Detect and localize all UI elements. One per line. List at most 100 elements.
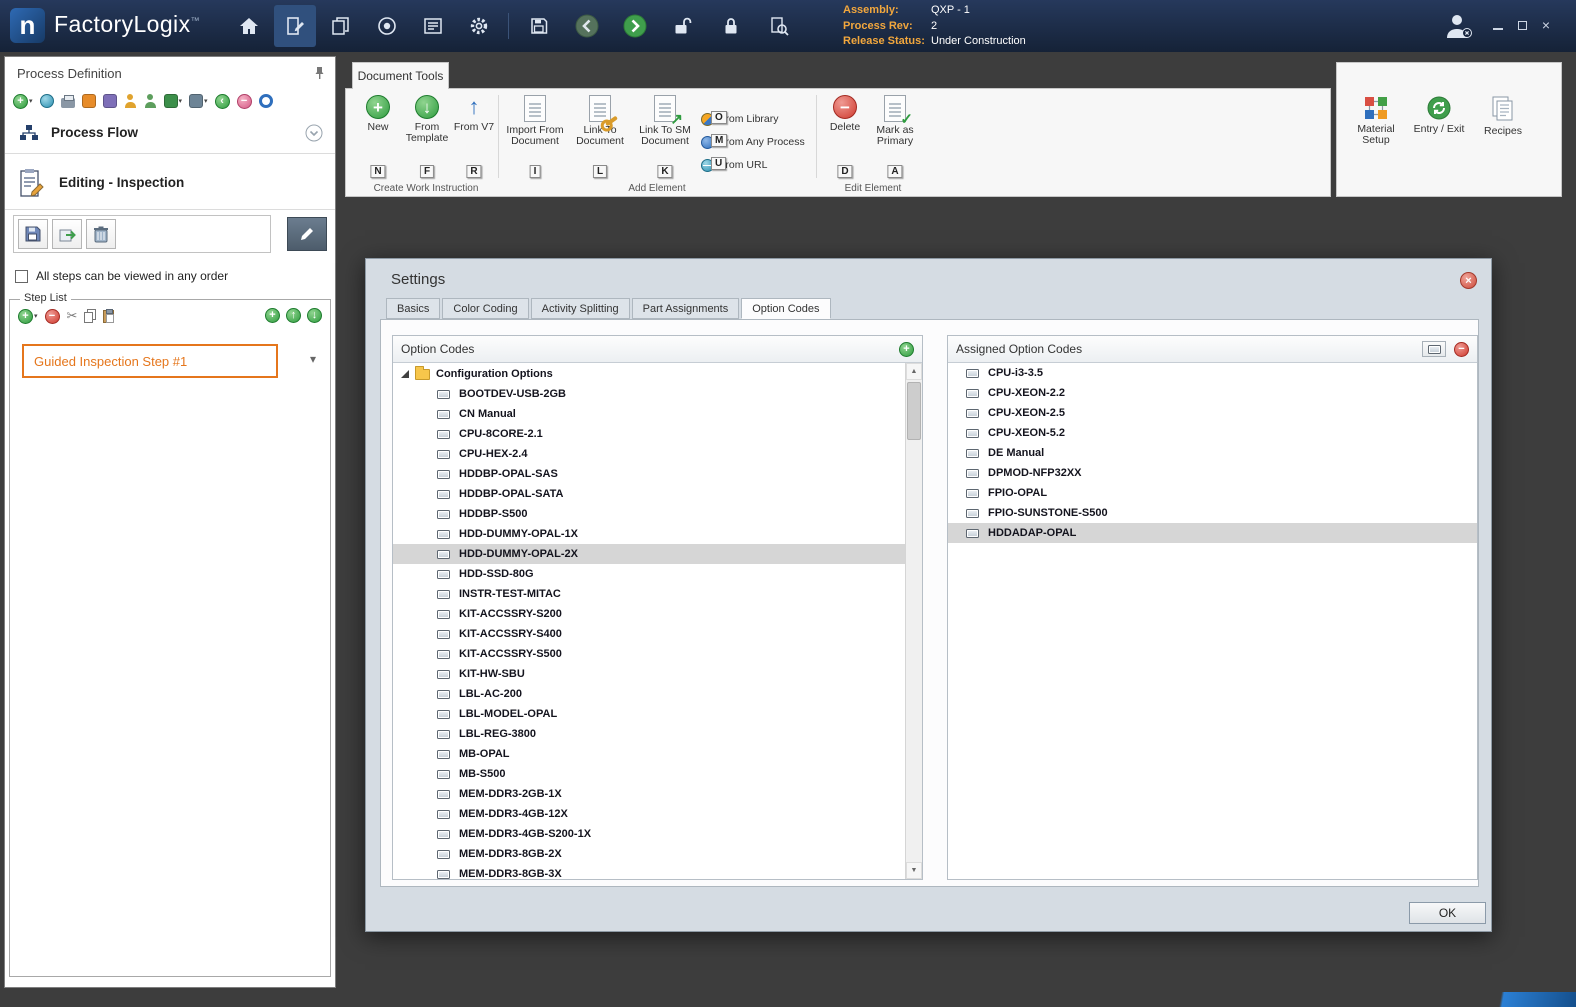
delete-button[interactable]: − Delete D <box>823 95 867 165</box>
configuration-options-root[interactable]: Configuration Options <box>393 363 922 384</box>
add-dropdown-button[interactable]: +▾ <box>13 94 33 109</box>
option-code-item[interactable]: KIT-HW-SBU <box>393 664 922 684</box>
print-button[interactable] <box>61 95 75 108</box>
option-code-item[interactable]: MB-S500 <box>393 764 922 784</box>
flow-dropdown-button[interactable]: ▾ <box>164 94 183 108</box>
material-setup-button[interactable]: Material Setup <box>1349 95 1403 173</box>
tab-document-tools[interactable]: Document Tools <box>352 62 449 89</box>
save-button[interactable] <box>518 5 560 47</box>
home-button[interactable] <box>228 5 270 47</box>
step-list-item[interactable]: Guided Inspection Step #1 <box>22 344 278 378</box>
option-code-item[interactable]: HDDBP-OPAL-SATA <box>393 484 922 504</box>
process-definition-button[interactable] <box>274 5 316 47</box>
option-code-item[interactable]: LBL-MODEL-OPAL <box>393 704 922 724</box>
option-code-item[interactable]: MEM-DDR3-4GB-12X <box>393 804 922 824</box>
settings-tab[interactable]: Option Codes <box>741 298 830 319</box>
collapse-button[interactable] <box>305 124 323 147</box>
import-from-document-button[interactable]: Import From Document I <box>504 95 566 165</box>
navigate-back-button[interactable]: ‹ <box>215 94 230 109</box>
remove-assigned-option-code-button[interactable]: − <box>1454 342 1469 357</box>
process-flow-row[interactable]: Process Flow <box>5 117 335 151</box>
option-code-item[interactable]: HDD-DUMMY-OPAL-1X <box>393 524 922 544</box>
option-code-item[interactable]: HDDBP-OPAL-SAS <box>393 464 922 484</box>
zoom-step-button[interactable]: + <box>265 308 280 323</box>
remove-step-button[interactable]: − <box>45 309 60 324</box>
option-code-item[interactable]: CPU-HEX-2.4 <box>393 444 922 464</box>
option-code-item[interactable]: INSTR-TEST-MITAC <box>393 584 922 604</box>
ok-button[interactable]: OK <box>1409 902 1486 924</box>
pin-button[interactable] <box>314 66 325 85</box>
delete-step-button[interactable] <box>86 219 116 249</box>
add-option-code-button[interactable]: + <box>899 342 914 357</box>
from-template-button[interactable]: ↓ From Template F <box>402 95 452 165</box>
option-code-item[interactable]: MEM-DDR3-8GB-3X <box>393 864 922 879</box>
close-window-button[interactable]: × <box>1536 15 1556 35</box>
lock-button[interactable] <box>710 5 752 47</box>
manual-entry-button[interactable] <box>1422 341 1446 357</box>
record-button[interactable] <box>259 94 273 108</box>
scheduling-button[interactable] <box>412 5 454 47</box>
option-code-item[interactable]: KIT-ACCSSRY-S500 <box>393 644 922 664</box>
paste-step-button[interactable] <box>103 310 114 323</box>
from-v7-button[interactable]: ↑ From V7 R <box>452 95 496 165</box>
system-settings-button[interactable] <box>458 5 500 47</box>
block-button[interactable]: − <box>237 94 252 109</box>
option-code-item[interactable]: HDDBP-S500 <box>393 504 922 524</box>
save-step-button[interactable] <box>18 219 48 249</box>
option-code-item[interactable]: LBL-AC-200 <box>393 684 922 704</box>
option-code-item[interactable]: LBL-REG-3800 <box>393 724 922 744</box>
layout-button[interactable] <box>103 94 117 108</box>
edit-work-instruction-button[interactable] <box>287 217 327 251</box>
assigned-option-code-item[interactable]: FPIO-SUNSTONE-S500 <box>948 503 1477 523</box>
trainer-button[interactable] <box>144 94 157 108</box>
option-code-item[interactable]: MEM-DDR3-4GB-S200-1X <box>393 824 922 844</box>
option-code-item[interactable]: KIT-ACCSSRY-S400 <box>393 624 922 644</box>
settings-tab[interactable]: Activity Splitting <box>531 298 630 319</box>
documents-button[interactable] <box>320 5 362 47</box>
tree-dropdown-button[interactable]: ▾ <box>189 94 208 108</box>
forward-button[interactable] <box>614 5 656 47</box>
maximize-button[interactable] <box>1512 15 1532 35</box>
assigned-option-code-item[interactable]: FPIO-OPAL <box>948 483 1477 503</box>
from-url-button[interactable]: From URL U <box>701 155 821 175</box>
scrollbar-thumb[interactable] <box>907 382 921 440</box>
unlock-button[interactable] <box>662 5 704 47</box>
dialog-close-button[interactable]: × <box>1460 272 1477 289</box>
option-code-item[interactable]: HDD-SSD-80G <box>393 564 922 584</box>
option-code-item[interactable]: HDD-DUMMY-OPAL-2X <box>393 544 922 564</box>
user-button[interactable] <box>1440 11 1476 41</box>
web-button[interactable] <box>40 94 54 108</box>
assigned-option-code-item[interactable]: DE Manual <box>948 443 1477 463</box>
operator-button[interactable] <box>124 94 137 108</box>
tree-expander-icon[interactable] <box>401 370 409 378</box>
export-step-button[interactable] <box>52 219 82 249</box>
cut-step-button[interactable]: ✂ <box>67 308 78 324</box>
move-step-down-button[interactable]: ↓ <box>307 308 322 323</box>
option-code-item[interactable]: CPU-8CORE-2.1 <box>393 424 922 444</box>
option-code-item[interactable]: MB-OPAL <box>393 744 922 764</box>
assigned-option-code-item[interactable]: CPU-XEON-2.5 <box>948 403 1477 423</box>
assigned-option-code-item[interactable]: HDDADAP-OPAL <box>948 523 1477 543</box>
scroll-up-button[interactable]: ▲ <box>906 363 922 380</box>
recipes-button[interactable]: Recipes <box>1477 95 1529 173</box>
step-expand-chevron[interactable]: ▾ <box>310 352 316 366</box>
link-to-sm-document-button[interactable]: ↗ Link To SM Document K <box>634 95 696 165</box>
from-any-process-button[interactable]: From Any Process M <box>701 132 821 152</box>
mark-as-primary-button[interactable]: ✓ Mark as Primary A <box>867 95 923 165</box>
copy-step-button[interactable] <box>84 309 96 323</box>
option-code-item[interactable]: MEM-DDR3-2GB-1X <box>393 784 922 804</box>
assigned-option-code-item[interactable]: CPU-XEON-5.2 <box>948 423 1477 443</box>
entry-exit-button[interactable]: Entry / Exit <box>1409 95 1469 173</box>
settings-tab[interactable]: Part Assignments <box>632 298 740 319</box>
import-route-button[interactable] <box>82 94 96 108</box>
option-code-item[interactable]: BOOTDEV-USB-2GB <box>393 384 922 404</box>
option-code-item[interactable]: CN Manual <box>393 404 922 424</box>
assigned-option-code-item[interactable]: DPMOD-NFP32XX <box>948 463 1477 483</box>
link-to-document-button[interactable]: Link To Document L <box>572 95 628 165</box>
settings-tab[interactable]: Color Coding <box>442 298 528 319</box>
settings-tab[interactable]: Basics <box>386 298 440 319</box>
back-button[interactable] <box>566 5 608 47</box>
option-codes-scrollbar[interactable]: ▲ ▼ <box>905 363 922 879</box>
scroll-down-button[interactable]: ▼ <box>906 862 922 879</box>
minimize-button[interactable] <box>1488 15 1508 35</box>
